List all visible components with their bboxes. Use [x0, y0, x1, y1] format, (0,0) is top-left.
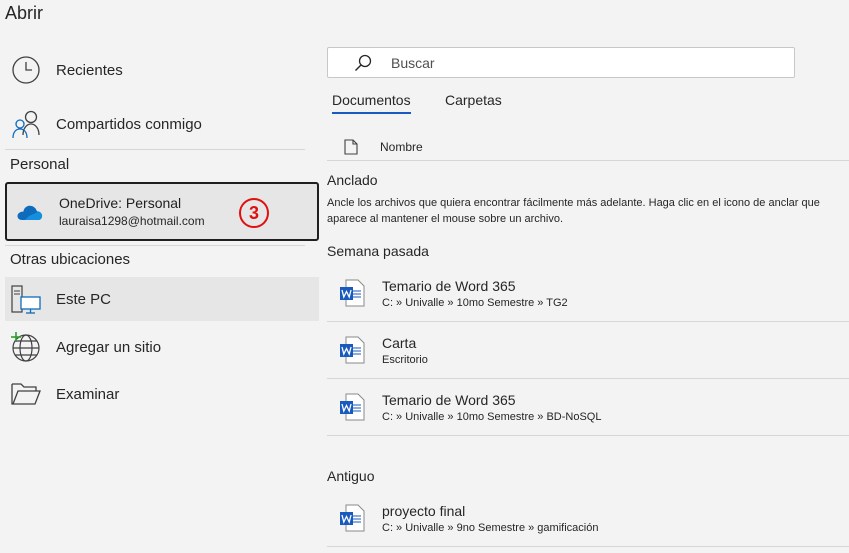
- section-personal: Personal: [10, 156, 70, 173]
- word-doc-icon: [340, 393, 365, 421]
- file-row[interactable]: proyecto final C: » Univalle » 9no Semes…: [327, 490, 849, 547]
- file-path: C: » Univalle » 9no Semestre » gamificac…: [382, 521, 599, 534]
- divider: [5, 245, 305, 246]
- group-title-older: Antiguo: [327, 468, 375, 484]
- group-title-last-week: Semana pasada: [327, 243, 429, 259]
- people-icon: [10, 108, 42, 140]
- nav-add-site-label: Agregar un sitio: [56, 338, 162, 356]
- word-doc-icon: [340, 504, 365, 532]
- onedrive-title: OneDrive: Personal: [59, 195, 182, 211]
- file-name: Temario de Word 365: [382, 391, 516, 408]
- search-icon: [353, 53, 373, 73]
- nav-browse[interactable]: Examinar: [5, 372, 319, 416]
- file-path: C: » Univalle » 10mo Semestre » TG2: [382, 296, 568, 309]
- tab-documentos[interactable]: Documentos: [332, 92, 411, 114]
- clock-icon: [10, 54, 42, 86]
- file-path: C: » Univalle » 10mo Semestre » BD-NoSQL: [382, 410, 602, 423]
- search-input[interactable]: [391, 54, 771, 71]
- nav-recent[interactable]: Recientes: [5, 48, 319, 92]
- computer-icon: [10, 283, 42, 315]
- column-name[interactable]: Nombre: [380, 140, 423, 154]
- nav-this-pc-label: Este PC: [56, 290, 112, 308]
- column-header: Nombre: [327, 133, 849, 161]
- nav-add-site[interactable]: Agregar un sitio: [5, 325, 319, 369]
- nav-shared[interactable]: Compartidos conmigo: [5, 102, 319, 146]
- file-name: Carta: [382, 334, 417, 351]
- file-row[interactable]: Carta Escritorio: [327, 322, 849, 379]
- divider: [5, 149, 305, 150]
- pinned-description: Ancle los archivos que quiera encontrar …: [327, 197, 820, 225]
- page-title: Abrir: [5, 3, 44, 23]
- step-badge: 3: [239, 198, 269, 228]
- file-row[interactable]: Temario de Word 365 C: » Univalle » 10mo…: [327, 379, 849, 436]
- section-other-locations: Otras ubicaciones: [10, 251, 131, 268]
- group-title-pinned: Anclado: [327, 172, 378, 188]
- nav-shared-label: Compartidos conmigo: [56, 115, 202, 133]
- nav-onedrive-personal[interactable]: OneDrive: Personal lauraisa1298@hotmail.…: [5, 182, 319, 241]
- nav-browse-label: Examinar: [56, 385, 120, 403]
- file-path: Escritorio: [382, 353, 428, 366]
- nav-this-pc[interactable]: Este PC: [5, 277, 319, 321]
- search-box[interactable]: [327, 47, 795, 78]
- file-icon: [344, 138, 358, 155]
- file-row[interactable]: Temario de Word 365 C: » Univalle » 10mo…: [327, 265, 849, 322]
- onedrive-cloud-icon: [13, 196, 45, 228]
- file-name: proyecto final: [382, 502, 466, 519]
- globe-add-icon: [10, 331, 42, 363]
- folder-open-icon: [10, 378, 42, 410]
- word-doc-icon: [340, 336, 365, 364]
- tab-carpetas[interactable]: Carpetas: [445, 92, 502, 112]
- onedrive-email: lauraisa1298@hotmail.com: [59, 214, 205, 228]
- file-name: Temario de Word 365: [382, 277, 516, 294]
- word-doc-icon: [340, 279, 365, 307]
- nav-recent-label: Recientes: [56, 61, 123, 79]
